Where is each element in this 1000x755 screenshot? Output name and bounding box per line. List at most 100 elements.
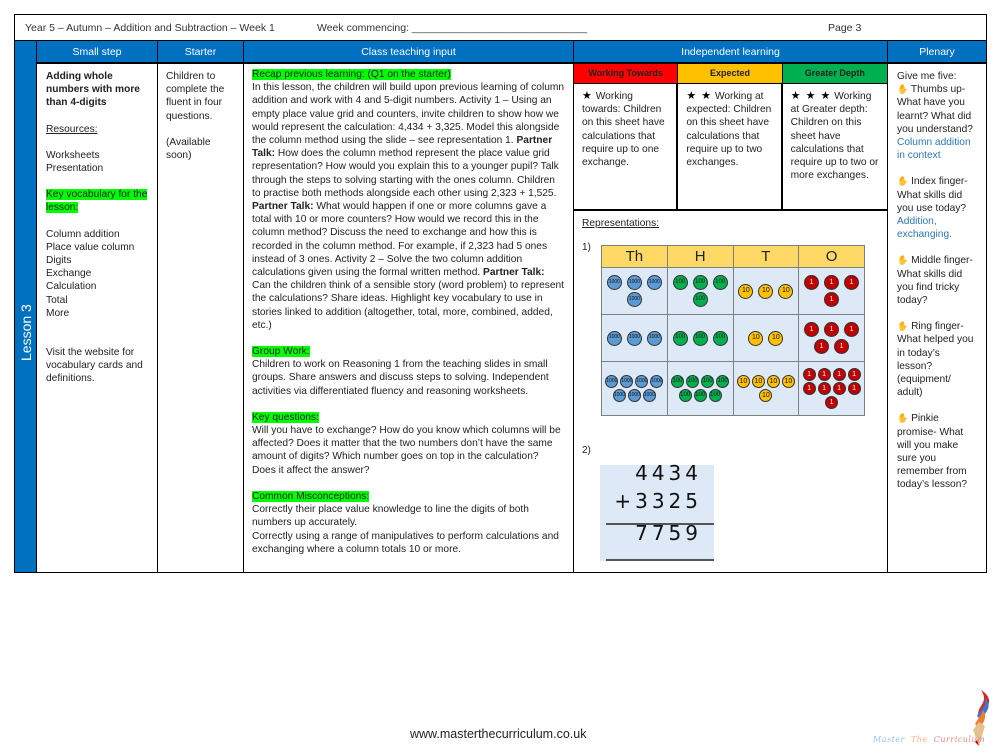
counter-1000: 1000 bbox=[605, 375, 619, 388]
starter-note: (Available soon) bbox=[166, 136, 211, 162]
counter-100: 100 bbox=[716, 375, 730, 388]
teaching-main-text: In this lesson, the children will build … bbox=[252, 82, 565, 331]
hand-icon: ✋ bbox=[897, 413, 909, 424]
counter-1: 1 bbox=[802, 382, 816, 395]
counter-1: 1 bbox=[804, 275, 820, 290]
counter-1000: 1000 bbox=[606, 275, 622, 290]
level-greater-depth: Greater Depth bbox=[782, 64, 887, 83]
counter-100: 100 bbox=[678, 389, 692, 402]
plenary-cell: Give me five: ✋ Thumbs up- What have you… bbox=[888, 64, 986, 572]
counter-100: 100 bbox=[693, 389, 707, 402]
plenary-item: ✋ Thumbs up- What have you learnt? What … bbox=[897, 83, 977, 162]
rep-1-label: 1) bbox=[582, 242, 591, 253]
pv-header-t: T bbox=[732, 245, 800, 268]
star-icon: ★ ★ bbox=[686, 90, 713, 102]
class-teaching-cell: Recap previous learning: (Q1 on the star… bbox=[244, 64, 574, 572]
pv-cell-th: 1000 1000 1000 1000 1000 1000 1000 bbox=[601, 361, 668, 416]
counter-100: 100 bbox=[692, 292, 708, 307]
counter-10: 10 bbox=[778, 283, 794, 299]
group-work-label: Group Work: bbox=[252, 346, 310, 358]
counter-1: 1 bbox=[817, 368, 831, 381]
counter-1000: 1000 bbox=[620, 375, 634, 388]
pv-cell-h: 100 100 100 bbox=[666, 314, 734, 362]
key-questions-label: Key questions: bbox=[252, 411, 319, 423]
counter-1000: 1000 bbox=[646, 275, 662, 290]
lesson-row: Adding whole numbers with more than 4-di… bbox=[37, 64, 986, 572]
counter-10: 10 bbox=[748, 330, 764, 346]
counter-1: 1 bbox=[847, 368, 861, 381]
plenary-prompt: Middle finger- What skills did you find … bbox=[897, 255, 973, 307]
plenary-item: ✋ Middle finger- What skills did you fin… bbox=[897, 254, 977, 307]
lesson-label: Lesson 3 bbox=[18, 304, 34, 361]
plan-title: Year 5 – Autumn – Addition and Subtracti… bbox=[25, 21, 275, 34]
plenary-item: ✋ Pinkie promise- What will you make sur… bbox=[897, 412, 977, 491]
header-class-teaching: Class teaching input bbox=[244, 41, 574, 62]
counter-1: 1 bbox=[802, 368, 816, 381]
misconceptions-label: Common Misconceptions: bbox=[252, 490, 370, 502]
desc-expected: ★ ★ Working at expected: Children on thi… bbox=[678, 84, 783, 209]
star-icon: ★ ★ ★ bbox=[790, 90, 832, 102]
vocab-item: Column addition bbox=[46, 228, 120, 240]
pv-header-th: Th bbox=[601, 245, 668, 268]
desc-working-towards: ★ Working towards: Children on this shee… bbox=[574, 84, 679, 209]
counter-10: 10 bbox=[759, 389, 773, 402]
representations: Representations: 1) Th H T O 1000 1000 1000 10… bbox=[574, 211, 887, 571]
misconception-item: Correctly using a range of manipulatives… bbox=[252, 530, 559, 555]
counter-100: 100 bbox=[692, 275, 708, 290]
addend-top: 4434 bbox=[635, 461, 702, 485]
counter-10: 10 bbox=[781, 375, 795, 388]
master-the-curriculum-logo: Master The Curriculum bbox=[873, 688, 993, 750]
vocab-item: More bbox=[46, 307, 70, 319]
counter-10: 10 bbox=[758, 283, 774, 299]
resources-label: Resources: bbox=[46, 123, 98, 135]
starter-cell: Children to complete the fluent in four … bbox=[158, 64, 244, 572]
counter-100: 100 bbox=[672, 275, 688, 290]
desc-greater-depth: ★ ★ ★ Working at Greater depth: Children… bbox=[790, 90, 879, 182]
counter-1: 1 bbox=[847, 382, 861, 395]
pv-row: 1000 1000 1000 100 100 100 10 10 1 1 1 1 1 bbox=[601, 314, 865, 362]
level-working-towards: Working Towards bbox=[574, 64, 679, 83]
counter-10: 10 bbox=[738, 283, 754, 299]
counter-100: 100 bbox=[701, 375, 715, 388]
counter-100: 100 bbox=[686, 375, 700, 388]
pv-cell-h: 100 100 100 100 bbox=[666, 267, 734, 315]
column-header-row: Small step Starter Class teaching input … bbox=[37, 41, 986, 64]
vocab-item: Place value column bbox=[46, 241, 135, 253]
sum-result: 7759 bbox=[635, 521, 702, 545]
pv-cell-th: 1000 1000 1000 bbox=[601, 314, 668, 362]
counter-1: 1 bbox=[844, 322, 860, 337]
counter-100: 100 bbox=[712, 330, 728, 346]
counter-1: 1 bbox=[804, 322, 820, 337]
hand-icon: ✋ bbox=[897, 176, 909, 187]
counter-10: 10 bbox=[766, 375, 780, 388]
header-bar: Year 5 – Autumn – Addition and Subtracti… bbox=[14, 14, 987, 40]
hand-icon: ✋ bbox=[897, 321, 909, 332]
level-headers: Working Towards Expected Greater Depth bbox=[574, 64, 887, 84]
footer-website-link[interactable]: www.masterthecurriculum.co.uk bbox=[410, 727, 586, 741]
counter-1000: 1000 bbox=[626, 292, 642, 307]
counter-100: 100 bbox=[692, 330, 708, 346]
counter-100: 100 bbox=[671, 375, 685, 388]
counter-1000: 1000 bbox=[627, 389, 641, 402]
addend-bottom: +3325 bbox=[614, 489, 702, 513]
pv-cell-th: 1000 1000 1000 1000 bbox=[601, 267, 668, 315]
header-small-step: Small step bbox=[37, 41, 158, 62]
column-method: 4434 +3325 7759 bbox=[600, 461, 714, 561]
counter-1: 1 bbox=[844, 275, 860, 290]
counter-100: 100 bbox=[672, 330, 688, 346]
small-step-title: Adding whole numbers with more than 4-di… bbox=[46, 71, 140, 109]
resource-item: Presentation bbox=[46, 163, 104, 175]
plenary-item: ✋ Index finger- What skills did you use … bbox=[897, 175, 977, 241]
counter-1: 1 bbox=[834, 339, 850, 354]
small-step-cell: Adding whole numbers with more than 4-di… bbox=[37, 64, 158, 572]
pv-cell-h: 100 100 100 100 100 100 100 bbox=[666, 361, 734, 416]
website-note: Visit the website for vocabulary cards a… bbox=[46, 347, 143, 385]
counter-1000: 1000 bbox=[646, 330, 662, 346]
counter-10: 10 bbox=[736, 375, 750, 388]
vocab-item: Calculation bbox=[46, 281, 97, 293]
header-plenary: Plenary bbox=[919, 45, 955, 58]
lesson-plan-sheet: Year 5 – Autumn – Addition and Subtracti… bbox=[14, 14, 987, 573]
counter-100: 100 bbox=[712, 275, 728, 290]
pv-header-h: H bbox=[666, 245, 734, 268]
counter-1000: 1000 bbox=[635, 375, 649, 388]
